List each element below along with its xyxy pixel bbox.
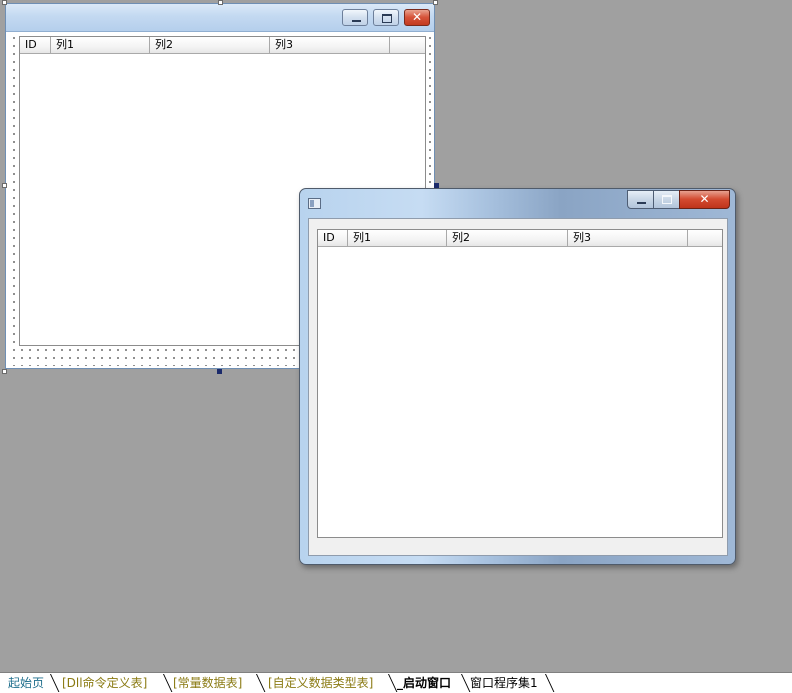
design-column-header-3[interactable]: 列3	[270, 37, 390, 53]
tab-separator	[458, 674, 466, 692]
tab-constant-data-table[interactable]: [常量数据表]	[173, 674, 242, 692]
design-close-button[interactable]: ✕	[404, 9, 430, 26]
runtime-window-client: ID 列1 列2 列3	[308, 218, 728, 556]
runtime-column-header-id[interactable]: ID	[318, 230, 348, 246]
tab-window-assembly-1[interactable]: 窗口程序集1	[470, 674, 538, 692]
tab-separator	[385, 674, 393, 692]
resize-handle-left[interactable]	[2, 183, 7, 188]
design-maximize-button[interactable]	[373, 9, 399, 26]
runtime-caption-buttons: ✕	[627, 190, 730, 210]
design-form-titlebar[interactable]: ✕	[6, 4, 434, 32]
design-form-caption-buttons: ✕	[342, 9, 430, 27]
tab-separator	[542, 674, 550, 692]
tab-custom-data-type-table[interactable]: [自定义数据类型表]	[268, 674, 373, 692]
design-listview-header: ID 列1 列2 列3	[20, 37, 425, 54]
runtime-maximize-button[interactable]	[653, 190, 680, 209]
close-icon: ✕	[411, 10, 423, 24]
runtime-column-header-2[interactable]: 列2	[447, 230, 568, 246]
resize-handle-top-left[interactable]	[2, 0, 7, 5]
runtime-column-header-3[interactable]: 列3	[568, 230, 688, 246]
maximize-icon	[662, 195, 672, 204]
tab-separator	[253, 674, 261, 692]
minimize-icon	[637, 202, 646, 204]
runtime-close-button[interactable]: ✕	[679, 190, 730, 209]
runtime-window[interactable]: ✕ ID 列1 列2 列3	[299, 188, 736, 565]
runtime-minimize-button[interactable]	[627, 190, 654, 209]
design-column-header-id[interactable]: ID	[20, 37, 51, 53]
runtime-window-titlebar[interactable]: ✕	[300, 189, 735, 213]
close-icon: ✕	[699, 192, 710, 206]
runtime-listview-header: ID 列1 列2 列3	[318, 230, 722, 247]
design-column-header-2[interactable]: 列2	[150, 37, 270, 53]
resize-handle-top-right[interactable]	[433, 0, 438, 5]
resize-handle-bottom[interactable]	[217, 369, 222, 374]
minimize-icon	[352, 20, 361, 22]
tab-separator	[47, 674, 55, 692]
maximize-icon	[382, 14, 392, 23]
resize-handle-bottom-left[interactable]	[2, 369, 7, 374]
runtime-listview[interactable]: ID 列1 列2 列3	[317, 229, 723, 538]
window-app-icon	[308, 198, 321, 209]
runtime-column-header-1[interactable]: 列1	[348, 230, 447, 246]
resize-handle-top[interactable]	[218, 0, 223, 5]
tab-startup-window[interactable]: _启动窗口	[397, 674, 451, 692]
design-column-header-1[interactable]: 列1	[51, 37, 150, 53]
design-minimize-button[interactable]	[342, 9, 368, 26]
tab-start-page[interactable]: 起始页	[8, 674, 44, 692]
tab-dll-command-table[interactable]: [Dll命令定义表]	[62, 674, 147, 692]
tab-separator	[160, 674, 168, 692]
document-tab-bar: 起始页 [Dll命令定义表] [常量数据表] [自定义数据类型表] _启动窗口 …	[0, 672, 792, 693]
